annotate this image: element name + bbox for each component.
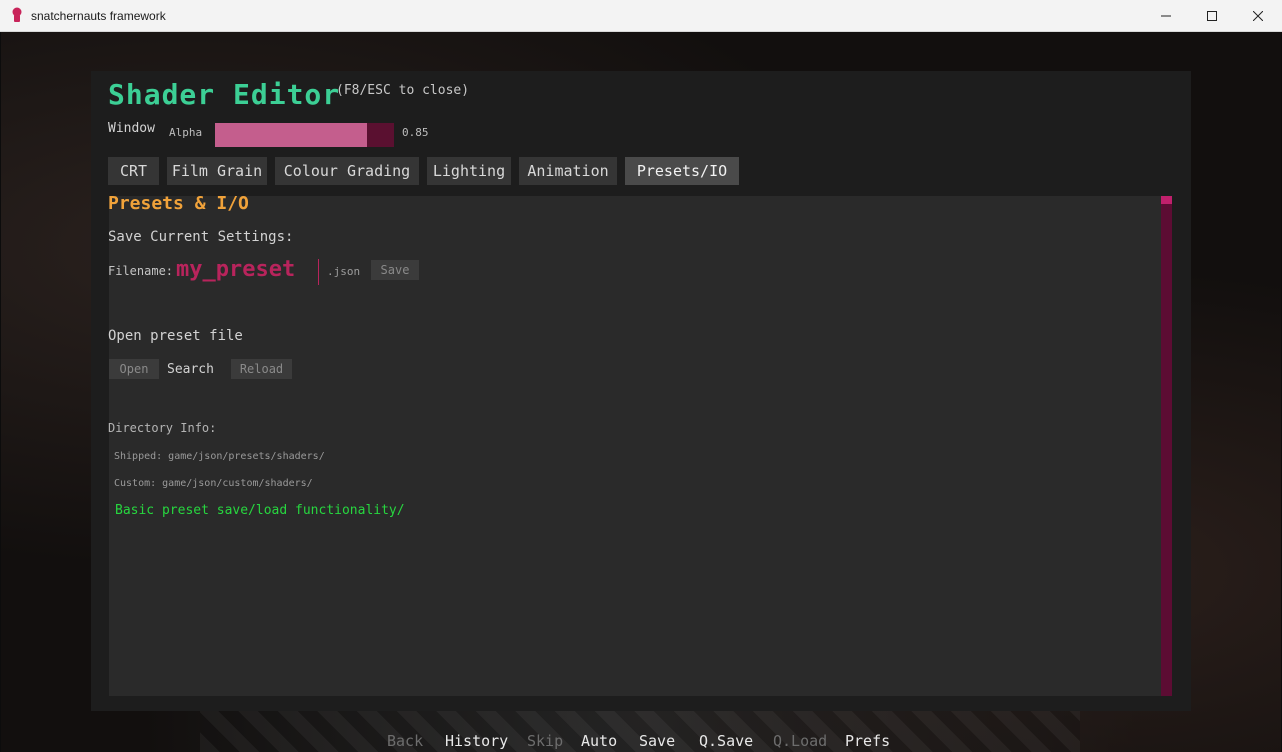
quick-menu-save[interactable]: Save — [639, 732, 675, 750]
filename-input[interactable]: my_preset — [176, 257, 295, 282]
maximize-button[interactable] — [1189, 0, 1235, 31]
tab-film-grain[interactable]: Film Grain — [167, 157, 267, 185]
quick-menu-qsave[interactable]: Q.Save — [699, 732, 753, 750]
maximize-icon — [1207, 10, 1217, 21]
status-message: Basic preset save/load functionality/ — [115, 503, 405, 518]
tab-colour-grading[interactable]: Colour Grading — [275, 157, 419, 185]
quick-menu-prefs[interactable]: Prefs — [845, 732, 890, 750]
close-hint: (F8/ESC to close) — [336, 83, 470, 98]
close-icon — [1253, 10, 1263, 21]
quick-menu-skip[interactable]: Skip — [527, 732, 563, 750]
alpha-value: 0.85 — [402, 126, 429, 139]
text-caret — [318, 259, 319, 285]
save-button[interactable]: Save — [371, 260, 419, 280]
window-title: snatchernauts framework — [31, 9, 166, 23]
filename-label: Filename: — [108, 264, 174, 278]
minimize-button[interactable] — [1143, 0, 1189, 31]
window-label: Window — [108, 121, 155, 136]
alpha-label: Alpha — [169, 126, 203, 139]
quick-menu-back[interactable]: Back — [387, 732, 423, 750]
close-button[interactable] — [1235, 0, 1281, 31]
shipped-path: Shipped: game/json/presets/shaders/ — [114, 451, 325, 462]
quick-menu-qload[interactable]: Q.Load — [773, 732, 827, 750]
directory-heading: Directory Info: — [108, 421, 217, 435]
quick-menu-history[interactable]: History — [445, 732, 508, 750]
os-titlebar: snatchernauts framework — [0, 0, 1282, 32]
scrollbar-thumb[interactable] — [1161, 196, 1172, 204]
open-button[interactable]: Open — [109, 359, 159, 379]
app-icon — [12, 7, 22, 22]
reload-button[interactable]: Reload — [231, 359, 292, 379]
minimize-icon — [1161, 15, 1171, 16]
quick-menu-auto[interactable]: Auto — [581, 732, 617, 750]
save-heading: Save Current Settings: — [108, 229, 294, 245]
search-label[interactable]: Search — [167, 362, 214, 377]
alpha-slider[interactable] — [215, 123, 394, 147]
filename-extension: .json — [327, 265, 361, 278]
tab-lighting[interactable]: Lighting — [427, 157, 511, 185]
alpha-slider-fill — [215, 123, 368, 147]
content-scrollbar[interactable] — [1161, 196, 1172, 696]
open-heading: Open preset file — [108, 328, 243, 344]
tab-animation[interactable]: Animation — [519, 157, 617, 185]
tab-presets-io[interactable]: Presets/IO — [625, 157, 739, 185]
editor-title: Shader Editor — [108, 78, 341, 111]
section-title: Presets & I/O — [108, 193, 249, 214]
custom-path: Custom: game/json/custom/shaders/ — [114, 478, 313, 489]
tab-crt[interactable]: CRT — [108, 157, 159, 185]
